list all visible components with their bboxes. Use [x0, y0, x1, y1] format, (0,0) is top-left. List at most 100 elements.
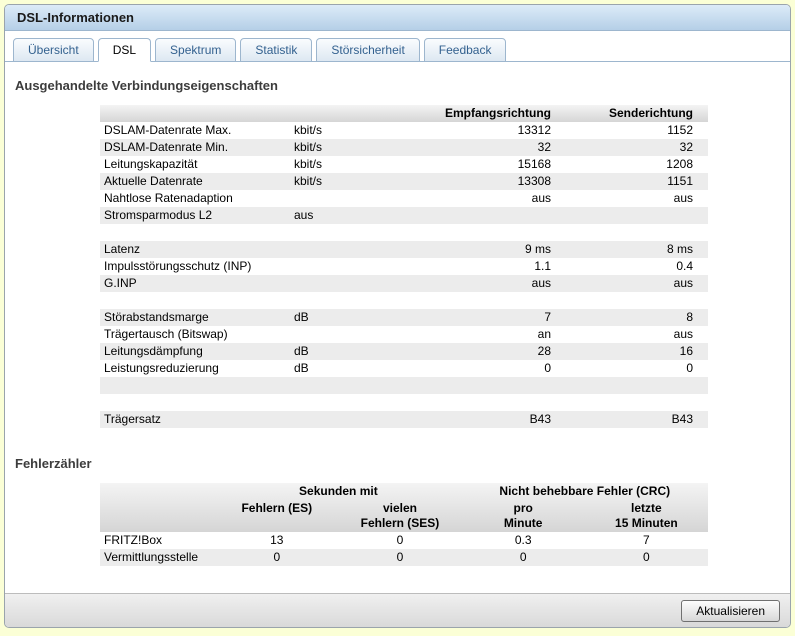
connection-table-body: DSLAM-Datenrate Max. kbit/s 13312 1152 DSLAM… [100, 122, 708, 428]
error-table: Sekunden mit Nicht behebbare Fehler (CRC… [100, 483, 708, 566]
tab-feedback[interactable]: Feedback [423, 38, 507, 62]
connection-send-cell: aus [673, 191, 693, 205]
error-sub-header-ses-line2: Fehlern (SES) [360, 516, 440, 530]
error-per-minute-cell: 0.3 [514, 533, 532, 547]
window-titlebar: DSL-Informationen [5, 5, 790, 31]
connection-table-row: Trägersatz B43 B43 [100, 411, 708, 428]
error-sub-header-row: Fehlern (ES) vielen Fehlern (SES) pro Mi… [100, 500, 708, 532]
connection-receive-cell [390, 292, 555, 309]
connection-unit-cell [290, 292, 390, 309]
error-es-cell: 0 [215, 549, 339, 566]
connection-table-row: Nahtlose Ratenadaption aus aus [100, 190, 708, 207]
connection-receive-cell: aus [390, 275, 555, 292]
connection-table-row: Stromsparmodus L2 aus [100, 207, 708, 224]
tab-spektrum[interactable]: Spektrum [155, 38, 237, 62]
connection-label-cell: DSLAM-Datenrate Max. [104, 123, 232, 137]
connection-unit-cell: dB [294, 361, 309, 375]
connection-label-cell: Leitungsdämpfung [100, 343, 290, 360]
connection-label-cell: Impulsstörungsschutz (INP) [104, 259, 252, 273]
connection-unit-cell [290, 190, 390, 207]
connection-table-row: Aktuelle Datenrate kbit/s 13308 1151 [100, 173, 708, 190]
connection-send-cell: aus [673, 327, 693, 341]
connection-table-row [100, 377, 708, 394]
connection-table-row [100, 224, 708, 241]
error-es-cell: 13 [270, 533, 284, 547]
error-group-header-seconds: Sekunden mit [299, 484, 378, 498]
connection-label-cell: Trägersatz [100, 411, 290, 428]
connection-table-row: Leitungsdämpfung dB 28 16 [100, 343, 708, 360]
connection-unit-cell [290, 326, 390, 343]
connection-label-cell: DSLAM-Datenrate Min. [100, 139, 290, 156]
connection-unit-cell [290, 275, 390, 292]
connection-header-receive: Empfangsrichtung [444, 106, 551, 120]
connection-unit-cell [290, 411, 390, 428]
error-table-body: FRITZ!Box 13 0 0.3 7 Vermittlungsstelle 0 0 0 0 [100, 532, 708, 566]
connection-unit-cell: kbit/s [290, 173, 390, 190]
connection-label-cell: Leitungskapazität [104, 157, 198, 171]
connection-send-cell [555, 377, 708, 394]
connection-label-cell: Aktuelle Datenrate [100, 173, 290, 190]
connection-send-cell: 8 ms [555, 241, 708, 258]
connection-send-cell: 1208 [666, 157, 693, 171]
error-group-header-row: Sekunden mit Nicht behebbare Fehler (CRC… [100, 483, 708, 500]
connection-receive-cell: B43 [390, 411, 555, 428]
connection-unit-cell [290, 241, 390, 258]
connection-unit-cell [290, 258, 390, 275]
error-table-row: Vermittlungsstelle 0 0 0 0 [100, 549, 708, 566]
tab-dsl[interactable]: DSL [97, 38, 152, 62]
connection-unit-cell: dB [290, 309, 390, 326]
content-area: Ausgehandelte Verbindungseigenschaften E… [5, 62, 790, 593]
error-label-cell: Vermittlungsstelle [100, 549, 216, 566]
connection-label-cell: Latenz [100, 241, 290, 258]
connection-receive-cell: an [537, 327, 551, 341]
connection-table-row: Impulsstörungsschutz (INP) 1.1 0.4 [100, 258, 708, 275]
connection-send-cell: 1151 [555, 173, 708, 190]
connection-table-row [100, 292, 708, 309]
error-ses-cell: 0 [338, 549, 462, 566]
tab-uebersicht[interactable]: Übersicht [13, 38, 94, 62]
connection-receive-cell: 9 ms [390, 241, 555, 258]
refresh-button[interactable]: Aktualisieren [681, 599, 780, 622]
connection-receive-cell [390, 224, 555, 241]
connection-unit-cell: kbit/s [294, 157, 323, 171]
connection-receive-cell: 7 [390, 309, 555, 326]
error-sub-header-last15: letzte 15 Minuten [585, 500, 708, 532]
connection-receive-cell: 28 [390, 343, 555, 360]
connection-receive-cell [390, 377, 555, 394]
connection-send-cell [555, 207, 708, 224]
connection-receive-cell [390, 394, 555, 411]
error-sub-header-ses: vielen Fehlern (SES) [338, 500, 461, 532]
error-ses-cell: 0 [396, 533, 404, 547]
connection-label-cell: Stromsparmodus L2 [100, 207, 290, 224]
connection-header-unit-cell [290, 105, 390, 122]
connection-label-cell [100, 224, 290, 241]
footer-bar: Aktualisieren [5, 593, 790, 627]
error-sub-header-last15-line1: letzte [631, 501, 662, 515]
connection-table-row: DSLAM-Datenrate Max. kbit/s 13312 1152 [100, 122, 708, 139]
error-table-row: FRITZ!Box 13 0 0.3 7 [100, 532, 708, 549]
connection-table-row: Leitungskapazität kbit/s 15168 1208 [100, 156, 708, 173]
connection-send-cell: 1152 [667, 123, 693, 137]
connection-header-send: Senderichtung [608, 106, 693, 120]
connection-send-cell [555, 292, 708, 309]
tab-statistik[interactable]: Statistik [240, 38, 313, 62]
connection-header-label-cell [100, 105, 290, 122]
connection-send-cell: aus [555, 275, 708, 292]
error-last15-cell: 7 [643, 533, 650, 547]
connection-unit-cell: kbit/s [294, 123, 323, 137]
error-sub-header-ses-line1: vielen [382, 501, 417, 515]
connection-send-cell: 8 [555, 309, 708, 326]
connection-table-row [100, 394, 708, 411]
connection-send-cell: 0.4 [676, 259, 693, 273]
error-sub-header-empty-cell [100, 500, 215, 532]
error-label-cell: FRITZ!Box [104, 533, 163, 547]
connection-send-cell [555, 224, 708, 241]
tab-stoersicherheit[interactable]: Störsicherheit [316, 38, 420, 62]
connection-table-row: DSLAM-Datenrate Min. kbit/s 32 32 [100, 139, 708, 156]
tab-bar: Übersicht DSL Spektrum Statistik Störsic… [5, 31, 790, 62]
connection-table-row: Trägertausch (Bitswap) an aus [100, 326, 708, 343]
connection-label-cell: Leistungsreduzierung [104, 361, 219, 375]
error-sub-header-per-minute: pro Minute [462, 500, 585, 532]
connection-table-header: Empfangsrichtung Senderichtung [100, 105, 708, 122]
error-section-heading: Fehlerzähler [15, 456, 92, 471]
